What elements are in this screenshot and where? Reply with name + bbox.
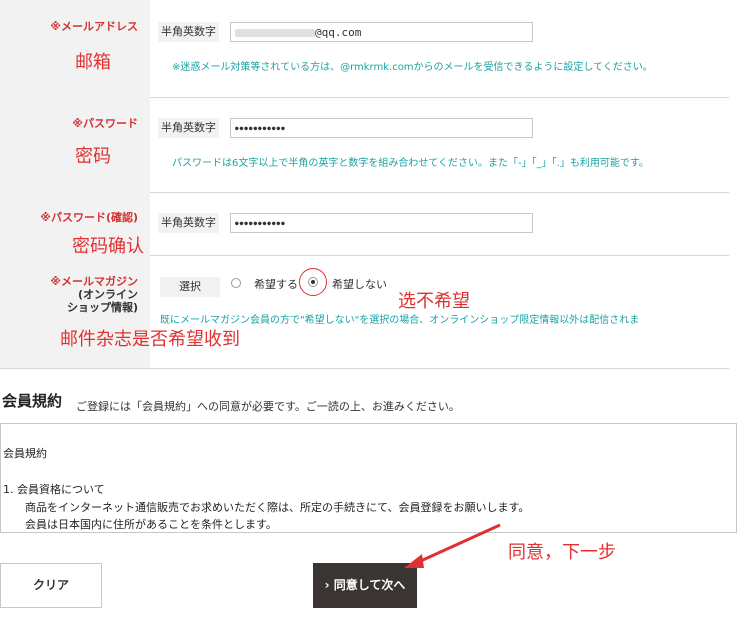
magazine-annotation: 邮件杂志是否希望收到 <box>60 329 240 350</box>
magazine-yes-label[interactable]: 希望する <box>254 276 298 292</box>
password-field-label: 半角英数字 <box>158 118 219 138</box>
email-label: ※メールアドレス <box>50 20 138 33</box>
email-row: ※メールアドレス 邮箱 半角英数字 @qq.com ※迷惑メール対策等されている… <box>0 0 729 98</box>
email-blurred-part <box>235 29 315 37</box>
magazine-yes-radio[interactable] <box>231 278 241 288</box>
magazine-label: ※メールマガジン (オンライン ショップ情報) <box>50 275 138 314</box>
password-row: ※パスワード 密码 半角英数字 ●●●●●●●●●●● パスワードは6文字以上で… <box>0 97 729 193</box>
magazine-choice-annotation: 选不希望 <box>398 291 470 312</box>
terms-box[interactable]: 会員規約 1. 会員資格について 商品をインターネット通信販売でお求めいただく際… <box>0 423 737 533</box>
magazine-row: ※メールマガジン (オンライン ショップ情報) 邮件杂志是否希望收到 選択 希望… <box>0 255 729 369</box>
terms-item1-line1: 商品をインターネット通信販売でお求めいただく際は、所定の手続きにて、会員登録をお… <box>25 501 530 514</box>
email-annotation: 邮箱 <box>75 52 111 73</box>
email-field-label: 半角英数字 <box>158 22 219 42</box>
terms-intro: ご登録には「会員規約」への同意が必要です。ご一読の上、お進みください。 <box>76 400 460 413</box>
magazine-label-line2: (オンライン <box>77 288 138 301</box>
password-confirm-field[interactable]: ●●●●●●●●●●● <box>230 213 533 233</box>
magazine-help: 既にメールマガジン会員の方で"希望しない"を選択の場合、オンラインショップ限定情… <box>160 315 640 326</box>
password-confirm-row: ※パスワード(確認) 密码确认 半角英数字 ●●●●●●●●●●● <box>0 192 729 257</box>
password-confirm-label: ※パスワード(確認) <box>40 211 138 224</box>
next-annotation: 同意，下一步 <box>508 542 616 563</box>
password-help: パスワードは6文字以上で半角の英字と数字を組み合わせてください。また「-」「_」… <box>172 158 649 169</box>
email-help: ※迷惑メール対策等されている方は、@rmkrmk.comからのメールを受信できる… <box>172 62 653 73</box>
password-label: ※パスワード <box>72 117 138 130</box>
password-field[interactable]: ●●●●●●●●●●● <box>230 118 533 138</box>
terms-box-heading: 会員規約 <box>3 447 47 460</box>
magazine-no-radio[interactable] <box>308 277 318 287</box>
terms-title: 会員規約 <box>2 392 63 410</box>
email-field[interactable]: @qq.com <box>230 22 533 42</box>
magazine-no-label[interactable]: 希望しない <box>332 276 387 292</box>
password-annotation: 密码 <box>75 146 111 167</box>
arrow-annotation <box>404 523 501 568</box>
magazine-label-line3: ショップ情報) <box>66 301 138 314</box>
magazine-label-line1: ※メールマガジン <box>50 275 138 288</box>
magazine-label-cell: ※メールマガジン (オンライン ショップ情報) <box>0 255 150 368</box>
magazine-select-label: 選択 <box>160 277 220 297</box>
terms-item1-title: 1. 会員資格について <box>3 483 105 496</box>
email-value: @qq.com <box>315 26 362 39</box>
clear-button[interactable]: クリア <box>0 563 102 608</box>
password-confirm-field-label: 半角英数字 <box>158 213 219 233</box>
terms-item1-line2: 会員は日本国内に住所があることを条件とします。 <box>25 518 277 531</box>
